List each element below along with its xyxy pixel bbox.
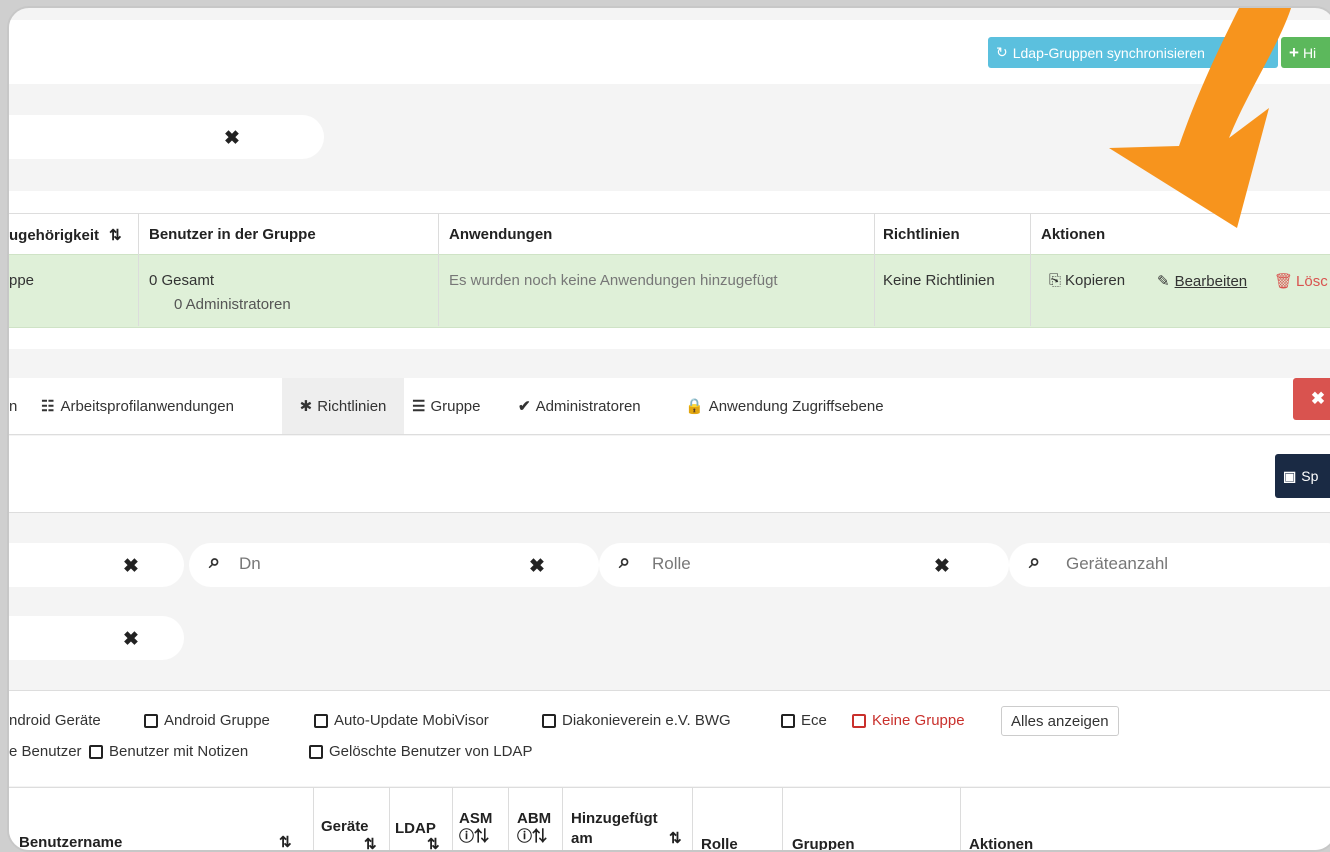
filter-benutzer-mit-notizen[interactable]: Benutzer mit Notizen — [89, 743, 248, 760]
divider — [782, 787, 783, 850]
search-icon: ⌕ — [1029, 551, 1041, 573]
asterisk-icon: ✱ — [299, 398, 313, 415]
search-icon: ⌕ — [619, 551, 631, 573]
divider — [692, 787, 693, 850]
app-window: ↻ Ldap-Gruppen synchronisieren + Hi ✖ ug… — [7, 6, 1330, 852]
checkbox-icon — [852, 713, 866, 728]
delete-button[interactable]: 🗑 Lösc — [1274, 272, 1328, 291]
column-header-geraete: Geräte — [321, 818, 369, 835]
checkbox-icon — [781, 713, 795, 728]
divider — [508, 787, 509, 850]
divider — [960, 787, 961, 850]
lock-icon: 🔒 — [685, 398, 704, 415]
close-icon: ✖ — [1310, 389, 1326, 408]
checkbox-icon — [144, 713, 158, 728]
clear-dn-icon[interactable]: ✖ — [529, 555, 545, 578]
column-header-gruppen: Gruppen — [792, 836, 855, 852]
checkbox-icon — [309, 744, 323, 759]
divider — [389, 787, 390, 850]
sort-icon[interactable]: ⇅ — [669, 830, 682, 847]
dn-placeholder: Dn — [239, 554, 261, 573]
sort-icon[interactable]: ⇅ — [427, 836, 440, 850]
sort-icon[interactable]: ⇅ — [364, 836, 377, 850]
group-search-input[interactable] — [9, 115, 324, 159]
clear-search-icon[interactable]: ✖ — [224, 127, 240, 150]
show-all-button[interactable]: Alles anzeigen — [1001, 706, 1119, 736]
tab-bar: n ☷ Arbeitsprofilanwendungen ✱ Richtlini… — [9, 378, 1330, 435]
edit-button[interactable]: ✎ Bearbeiten — [1157, 272, 1247, 291]
geraete-search-input[interactable] — [1009, 543, 1330, 587]
floppy-disk-icon: ▣ — [1283, 467, 1297, 484]
applications-empty: Es wurden noch keine Anwendungen hinzuge… — [449, 272, 778, 289]
save-button[interactable]: ▣ Sp — [1275, 454, 1330, 498]
tab-anwendung-zugriffsebene[interactable]: 🔒 Anwendung Zugriffsebene — [685, 378, 884, 434]
tab-gruppe[interactable]: ☰ Gruppe — [412, 378, 481, 434]
divider — [138, 213, 139, 326]
filter-diakonieverein[interactable]: Diakonieverein e.V. BWG — [542, 712, 731, 729]
filter-geloeschte-benutzer[interactable]: Gelöschte Benutzer von LDAP — [309, 743, 532, 760]
filter-auto-update[interactable]: Auto-Update MobiVisor — [314, 712, 489, 729]
save-row — [9, 436, 1330, 513]
divider — [1030, 213, 1031, 326]
table-row[interactable] — [9, 254, 1330, 328]
divider — [874, 213, 875, 326]
geraete-placeholder: Geräteanzahl — [1066, 554, 1169, 573]
filter-android-geraete[interactable]: ndroid Geräte — [9, 712, 101, 729]
search-icon: ⌕ — [209, 551, 221, 573]
search-input[interactable] — [9, 616, 184, 660]
column-header-aktionen: Aktionen — [969, 836, 1034, 852]
annotation-arrow-icon — [1109, 8, 1292, 228]
policies-value: Keine Richtlinien — [883, 272, 995, 289]
chevron-down-icon: ✔ — [518, 398, 531, 415]
group-name: ppe — [9, 272, 35, 289]
copy-icon: ⎘ — [1049, 272, 1062, 289]
sort-icon[interactable]: ⇅ — [279, 834, 292, 850]
column-header-abm: ABM — [517, 810, 552, 827]
info-icon[interactable]: ⓘ⇅ — [459, 828, 489, 845]
divider — [313, 787, 314, 850]
list-icon: ☰ — [412, 398, 426, 415]
filter-panel — [9, 690, 1330, 786]
column-header-richtlinien: Richtlinien — [883, 226, 960, 243]
close-button[interactable]: ✖ — [1293, 378, 1330, 420]
filter-android-gruppe[interactable]: Android Gruppe — [144, 712, 270, 729]
tab-richtlinien[interactable]: ✱ Richtlinien — [282, 378, 404, 434]
rolle-placeholder: Rolle — [652, 554, 691, 573]
clear-search-icon[interactable]: ✖ — [123, 555, 139, 578]
filter-benutzer[interactable]: e Benutzer — [9, 743, 82, 760]
column-header-ldap: LDAP — [395, 820, 436, 837]
clear-rolle-icon[interactable]: ✖ — [934, 555, 950, 578]
refresh-icon: ↻ — [996, 44, 1008, 60]
tab-arbeitsprofilanwendungen[interactable]: ☷ Arbeitsprofilanwendungen — [41, 378, 234, 434]
trash-icon: 🗑 — [1274, 273, 1294, 290]
tab-anwendungen[interactable]: n — [9, 378, 17, 434]
filter-keine-gruppe[interactable]: Keine Gruppe — [852, 712, 965, 729]
search-input[interactable] — [9, 543, 184, 587]
divider — [562, 787, 563, 850]
column-header-benutzer: Benutzer in der Gruppe — [149, 226, 316, 243]
users-admins: 0 Administratoren — [174, 296, 291, 313]
info-icon[interactable]: ⓘ⇅ — [517, 828, 547, 845]
column-header-asm: ASM — [459, 810, 493, 827]
column-header-hinzugefuegt: Hinzugefügt — [571, 810, 658, 827]
copy-button[interactable]: ⎘ Kopieren — [1049, 272, 1125, 289]
users-total: 0 Gesamt — [149, 272, 215, 289]
column-header-am: am — [571, 830, 593, 847]
column-header-anwendungen: Anwendungen — [449, 226, 553, 243]
filter-ece[interactable]: Ece — [781, 712, 827, 729]
tab-administratoren[interactable]: ✔ Administratoren — [518, 378, 641, 434]
checkbox-icon — [314, 713, 328, 728]
clear-search-icon[interactable]: ✖ — [123, 628, 139, 651]
column-header-benutzername: Benutzername — [19, 834, 123, 851]
sort-icon[interactable]: ⇅ — [109, 227, 122, 244]
divider — [452, 787, 453, 850]
checkbox-icon — [542, 713, 556, 728]
column-header-zugehoerigkeit[interactable]: ugehörigkeit ⇅ — [9, 226, 122, 244]
column-header-rolle: Rolle — [701, 836, 738, 852]
pencil-icon: ✎ — [1157, 273, 1170, 290]
checkbox-icon — [89, 744, 103, 759]
grid-icon: ☷ — [41, 398, 55, 415]
divider — [438, 213, 439, 326]
